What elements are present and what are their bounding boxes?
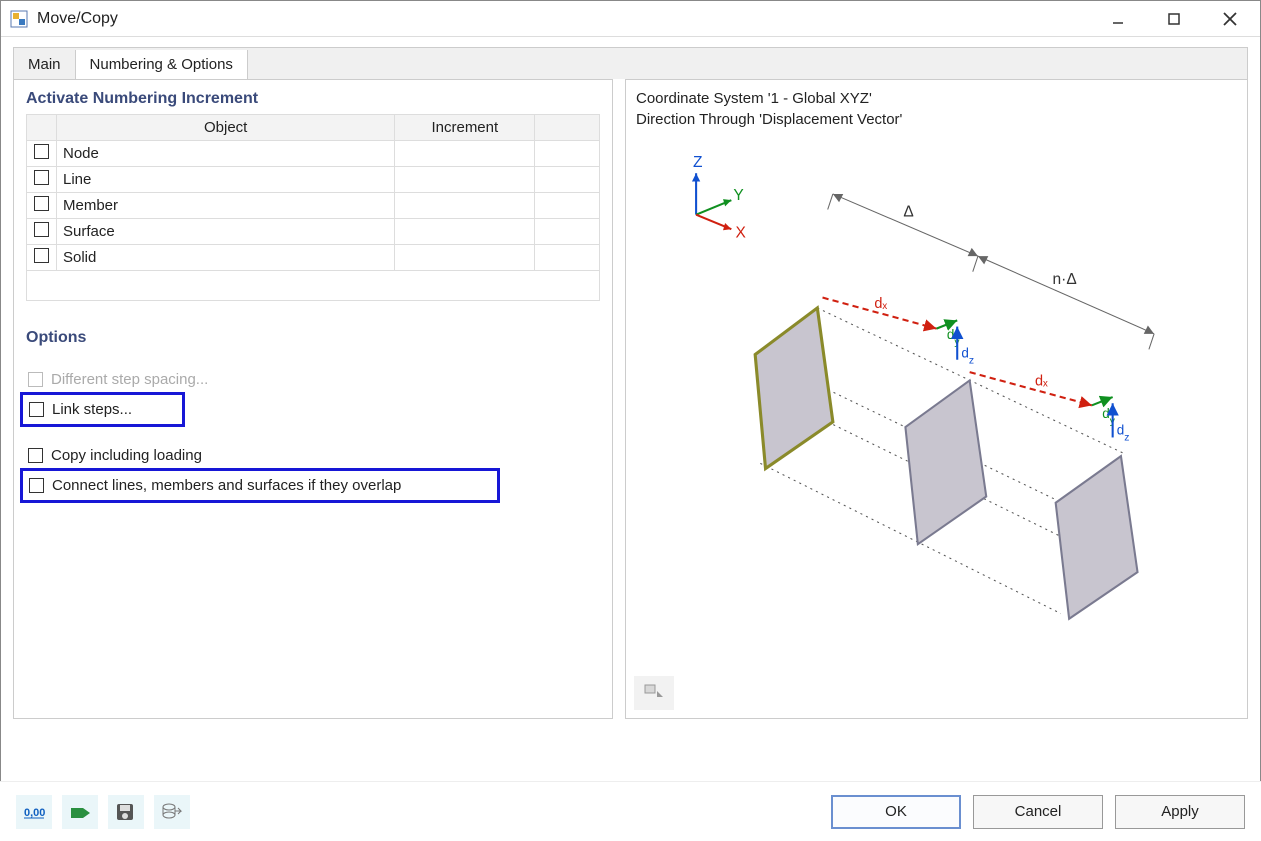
option-copy-loading[interactable]: Copy including loading	[26, 443, 600, 468]
row-increment[interactable]	[395, 245, 535, 271]
table-row: Node	[27, 141, 600, 167]
svg-text:Y: Y	[733, 187, 744, 204]
apply-button[interactable]: Apply	[1115, 795, 1245, 829]
close-button[interactable]	[1216, 5, 1244, 33]
row-checkbox[interactable]	[34, 144, 49, 159]
svg-text:dₓ: dₓ	[874, 296, 887, 312]
preview-line1: Coordinate System '1 - Global XYZ'	[636, 88, 1237, 109]
option-label: Link steps...	[52, 401, 132, 418]
preview-panel: Coordinate System '1 - Global XYZ' Direc…	[625, 79, 1248, 719]
app-icon	[9, 9, 29, 29]
option-different-spacing: Different step spacing...	[26, 367, 600, 392]
save-icon[interactable]	[108, 795, 144, 829]
numbering-table: Object Increment Node Line	[26, 114, 600, 301]
table-row: Member	[27, 193, 600, 219]
col-checkbox	[27, 115, 57, 141]
dialog-footer: 0,00 OK Cancel Apply	[0, 781, 1261, 841]
row-increment[interactable]	[395, 219, 535, 245]
row-label: Node	[57, 141, 395, 167]
col-object: Object	[57, 115, 395, 141]
ok-button[interactable]: OK	[831, 795, 961, 829]
svg-text:0,00: 0,00	[24, 807, 45, 819]
row-checkbox[interactable]	[34, 248, 49, 263]
table-row: Surface	[27, 219, 600, 245]
checkbox-connect-overlap[interactable]	[29, 478, 44, 493]
maximize-button[interactable]	[1160, 5, 1188, 33]
option-link-steps[interactable]: Link steps...	[27, 397, 178, 422]
svg-text:n·Δ: n·Δ	[1053, 271, 1077, 288]
options-section-title: Options	[26, 329, 600, 347]
units-icon[interactable]: 0,00	[16, 795, 52, 829]
svg-text:Δ: Δ	[903, 204, 913, 221]
cancel-button[interactable]: Cancel	[973, 795, 1103, 829]
svg-text:dₓ: dₓ	[1035, 374, 1048, 390]
table-row: Solid	[27, 245, 600, 271]
row-increment[interactable]	[395, 167, 535, 193]
svg-text:X: X	[735, 224, 746, 241]
option-connect-overlap[interactable]: Connect lines, members and surfaces if t…	[27, 473, 493, 498]
col-increment: Increment	[395, 115, 535, 141]
row-checkbox[interactable]	[34, 196, 49, 211]
load-icon[interactable]	[62, 795, 98, 829]
preview-diagram: Z Y X	[636, 136, 1237, 656]
table-row-empty	[27, 271, 600, 301]
svg-text:dy: dy	[1102, 406, 1116, 426]
export-icon[interactable]	[154, 795, 190, 829]
left-panel: Activate Numbering Increment Object Incr…	[13, 79, 613, 719]
option-label: Copy including loading	[51, 447, 202, 464]
table-row: Line	[27, 167, 600, 193]
tab-numbering-options[interactable]: Numbering & Options	[76, 50, 248, 79]
window-title: Move/Copy	[37, 10, 118, 28]
row-checkbox[interactable]	[34, 170, 49, 185]
svg-text:dz: dz	[961, 346, 974, 367]
numbering-section-title: Activate Numbering Increment	[26, 90, 600, 108]
option-label: Connect lines, members and surfaces if t…	[52, 477, 401, 494]
title-bar: Move/Copy	[1, 1, 1260, 37]
option-label: Different step spacing...	[51, 371, 208, 388]
tab-bar: Main Numbering & Options	[13, 47, 1248, 79]
row-label: Member	[57, 193, 395, 219]
preview-line2: Direction Through 'Displacement Vector'	[636, 109, 1237, 130]
tab-main[interactable]: Main	[14, 50, 76, 79]
checkbox-different-spacing	[28, 372, 43, 387]
row-label: Solid	[57, 245, 395, 271]
svg-text:dy: dy	[947, 327, 961, 348]
row-increment[interactable]	[395, 141, 535, 167]
checkbox-copy-loading[interactable]	[28, 448, 43, 463]
row-label: Line	[57, 167, 395, 193]
minimize-button[interactable]	[1104, 5, 1132, 33]
checkbox-link-steps[interactable]	[29, 402, 44, 417]
col-blank	[535, 115, 600, 141]
svg-text:Z: Z	[693, 154, 703, 171]
preview-tool-button[interactable]	[634, 676, 674, 710]
row-checkbox[interactable]	[34, 222, 49, 237]
row-increment[interactable]	[395, 193, 535, 219]
row-label: Surface	[57, 219, 395, 245]
svg-text:dz: dz	[1117, 422, 1130, 442]
